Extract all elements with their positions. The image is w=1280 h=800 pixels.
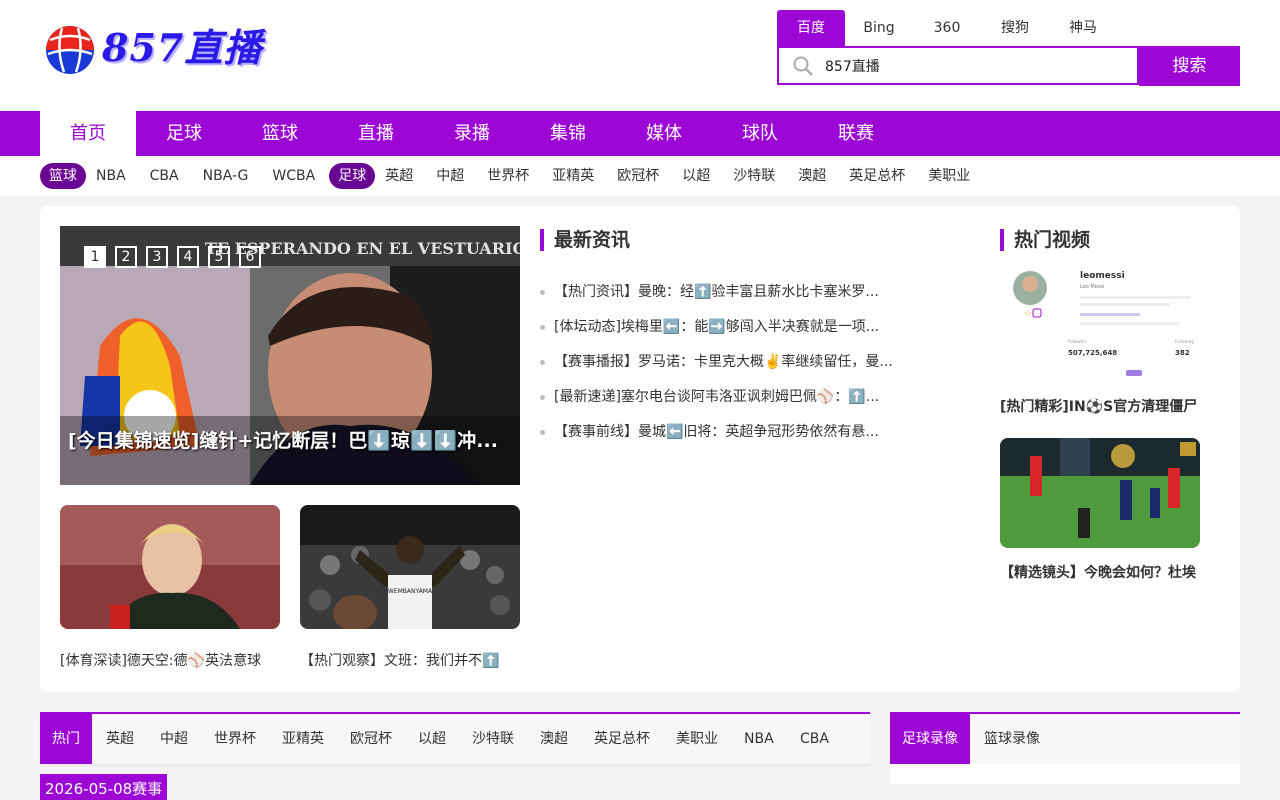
following-count: 382 [1175, 349, 1190, 357]
news-item[interactable]: [最新速递]塞尔电台谈阿韦洛亚讽刺姆巴佩⚾：⬆️... [540, 385, 910, 420]
hot-video-2-caption[interactable]: 【精选镜头】今晚会如何？杜埃 [1000, 562, 1200, 582]
league-tab-fa-cup[interactable]: 英足总杯 [594, 714, 650, 764]
subnav-link-ucl[interactable]: 欧冠杯 [617, 163, 659, 189]
nav-item-teams[interactable]: 球队 [712, 111, 808, 156]
slider-dot-6[interactable]: 6 [239, 246, 261, 268]
subnav-link-a-league[interactable]: 澳超 [798, 163, 826, 189]
thumb-2-jersey: WEMBANYAMA [388, 588, 433, 595]
recording-tabs: 足球录像 篮球录像 [890, 712, 1240, 764]
subnav-football-pill[interactable]: 足球 [329, 163, 376, 189]
search-icon [793, 56, 813, 76]
search-engine-tab-baidu[interactable]: 百度 [777, 10, 845, 46]
thumb-2-image: WEMBANYAMA [300, 505, 520, 629]
subnav-link-premier-league[interactable]: 英超 [385, 163, 413, 189]
news-item[interactable]: [体坛动态]埃梅里⬅️：能➡️够闯入半决赛就是一项... [540, 315, 910, 350]
search-input[interactable] [825, 55, 1125, 77]
nav-item-live[interactable]: 直播 [328, 111, 424, 156]
hot-video-1-caption[interactable]: [热门精彩]IN⚽S官方清理僵尸 [1000, 396, 1200, 416]
profile-name: leomessi [1080, 271, 1125, 281]
league-tab-cba[interactable]: CBA [800, 714, 829, 764]
slider-dot-5[interactable]: 5 [208, 246, 230, 268]
nav-item-basketball[interactable]: 篮球 [232, 111, 328, 156]
thumb-1-image [60, 505, 280, 629]
news-item[interactable]: 【赛事播报】罗马诺：卡里克大概✌️率继续留任，曼... [540, 350, 910, 385]
thumb-2-caption[interactable]: 【热门观察】文班：我们并不⬆️ [300, 650, 530, 670]
nav-item-highlights[interactable]: 集锦 [520, 111, 616, 156]
followers-count: 507,725,648 [1068, 349, 1117, 357]
site-logo[interactable]: 857直播 [44, 22, 274, 78]
header: 857直播 百度 Bing 360 搜狗 神马 搜索 [0, 0, 1280, 111]
hot-video-1[interactable]: leomessi Leo Messi ☆ Followers 507,725,6… [1000, 266, 1200, 376]
league-tab-world-cup[interactable]: 世界杯 [214, 714, 256, 764]
league-tab-israel-league[interactable]: 以超 [418, 714, 446, 764]
subnav-link-cba[interactable]: CBA [150, 163, 179, 189]
recording-tab-basketball[interactable]: 篮球录像 [984, 714, 1040, 764]
search-engine-tab-shenma[interactable]: 神马 [1049, 10, 1117, 46]
news-item[interactable]: 【赛事前线】曼城⬅️旧将：英超争冠形势依然有悬... [540, 420, 910, 455]
league-tab-saudi-league[interactable]: 沙特联 [472, 714, 514, 764]
nav-item-leagues[interactable]: 联赛 [808, 111, 904, 156]
subnav-link-nba[interactable]: NBA [96, 163, 126, 189]
main-nav: 首页 足球 篮球 直播 录播 集锦 媒体 球队 联赛 [0, 111, 1280, 156]
nav-item-football[interactable]: 足球 [136, 111, 232, 156]
sub-nav: 篮球 NBA CBA NBA-G WCBA 足球 英超 中超 世界杯 亚精英 欧… [0, 156, 1280, 196]
news-item[interactable]: 【热门资讯】曼晚：经⬆️验丰富且薪水比卡塞米罗... [540, 280, 910, 315]
league-tab-a-league[interactable]: 澳超 [540, 714, 568, 764]
league-tab-mls[interactable]: 美职业 [676, 714, 718, 764]
latest-news-title: 最新资讯 [540, 229, 630, 251]
search-button[interactable]: 搜索 [1139, 46, 1240, 86]
league-tab-csl[interactable]: 中超 [160, 714, 188, 764]
league-tab-hot[interactable]: 热门 [40, 714, 92, 764]
hot-video-1-image: leomessi Leo Messi ☆ Followers 507,725,6… [1000, 266, 1200, 376]
logo-text: 857直播 [102, 25, 263, 70]
match-date-badge: 2026-05-08赛事 [40, 774, 168, 800]
league-tab-ucl[interactable]: 欧冠杯 [350, 714, 392, 764]
league-tab-nba[interactable]: NBA [744, 714, 774, 764]
hot-videos-title: 热门视频 [1000, 229, 1090, 251]
search-engine-tabs: 百度 Bing 360 搜狗 神马 [777, 10, 1117, 46]
slider-dots: 1 2 3 4 5 6 [84, 246, 270, 268]
thumb-1-caption[interactable]: [体育深读]德天空:德⚾英法意球 [60, 650, 290, 670]
subnav-link-nba-g[interactable]: NBA-G [203, 163, 249, 189]
subnav-link-saudi-league[interactable]: 沙特联 [733, 163, 775, 189]
subnav-link-wcba[interactable]: WCBA [272, 163, 315, 189]
basketball-logo-icon [46, 26, 94, 74]
hot-video-2-image [1000, 438, 1200, 548]
hot-video-2[interactable] [1000, 438, 1200, 548]
subnav-link-fa-cup[interactable]: 英足总杯 [849, 163, 905, 189]
league-tab-afc-elite[interactable]: 亚精英 [282, 714, 324, 764]
subnav-basketball-pill[interactable]: 篮球 [40, 163, 86, 189]
slider-caption[interactable]: [今日集锦速览]缝针+记忆断层！巴⬇️琼⬇️⬇️冲... [68, 426, 520, 453]
search-engine-tab-sogou[interactable]: 搜狗 [981, 10, 1049, 46]
slider-dot-3[interactable]: 3 [146, 246, 168, 268]
svg-text:☆: ☆ [1024, 309, 1032, 319]
slider-dot-4[interactable]: 4 [177, 246, 199, 268]
search-engine-tab-360[interactable]: 360 [913, 10, 981, 46]
recording-tab-football[interactable]: 足球录像 [890, 714, 970, 764]
subnav-link-afc-elite[interactable]: 亚精英 [552, 163, 594, 189]
slider-dot-2[interactable]: 2 [115, 246, 137, 268]
nav-item-recordings[interactable]: 录播 [424, 111, 520, 156]
nav-item-media[interactable]: 媒体 [616, 111, 712, 156]
following-label: Following [1175, 339, 1194, 344]
followers-label: Followers [1068, 339, 1087, 344]
slider-dot-1[interactable]: 1 [84, 246, 106, 268]
subnav-link-csl[interactable]: 中超 [436, 163, 464, 189]
latest-news-list: 【热门资讯】曼晚：经⬆️验丰富且薪水比卡塞米罗... [体坛动态]埃梅里⬅️：能… [540, 280, 910, 455]
subnav-link-israel-league[interactable]: 以超 [682, 163, 710, 189]
league-tabs: 热门 英超 中超 世界杯 亚精英 欧冠杯 以超 沙特联 澳超 英足总杯 美职业 … [40, 712, 870, 764]
search-engine-tab-bing[interactable]: Bing [845, 10, 913, 46]
recording-panel [890, 764, 1240, 784]
profile-subname: Leo Messi [1080, 284, 1104, 290]
nav-item-home[interactable]: 首页 [40, 111, 136, 156]
subnav-link-mls[interactable]: 美职业 [928, 163, 970, 189]
search-box [777, 46, 1139, 85]
thumb-2[interactable]: WEMBANYAMA [300, 505, 520, 629]
thumb-1[interactable] [60, 505, 280, 629]
league-tab-premier-league[interactable]: 英超 [106, 714, 134, 764]
subnav-link-world-cup[interactable]: 世界杯 [487, 163, 529, 189]
